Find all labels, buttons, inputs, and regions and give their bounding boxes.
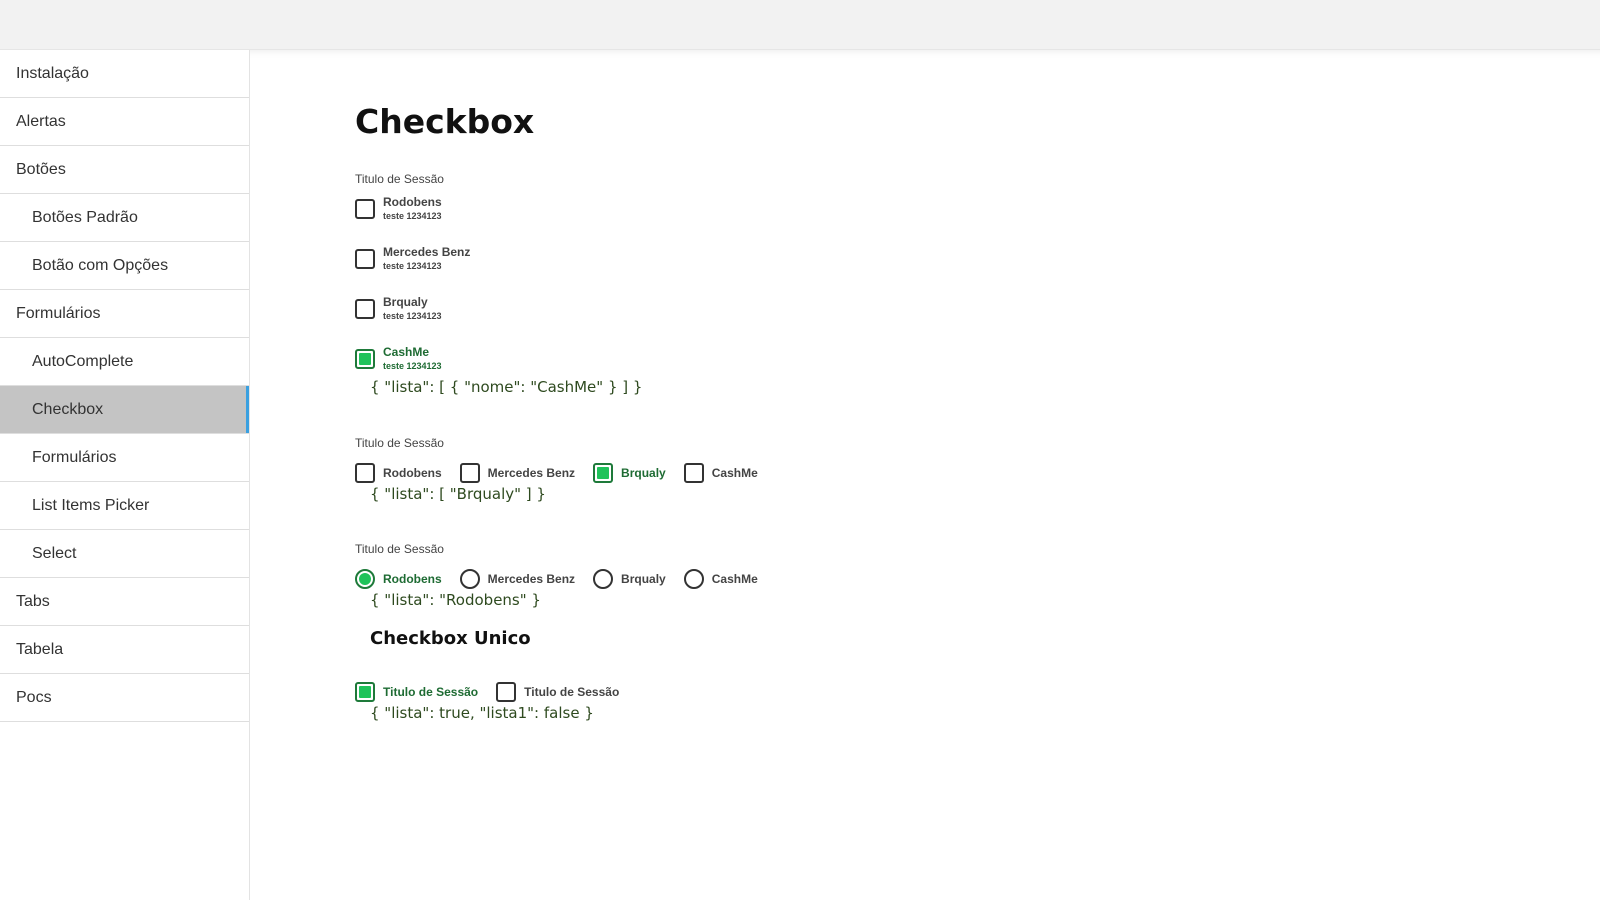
json-output: { "lista": true, "lista1": false } (370, 704, 594, 722)
sidebar-item-autocomplete[interactable]: AutoComplete (0, 338, 249, 386)
sidebar-item-checkbox[interactable]: Checkbox (0, 386, 249, 434)
sidebar-item-label: Formulários (32, 448, 117, 466)
checkbox-box[interactable] (496, 682, 517, 702)
sidebar-item-label: Tabela (16, 640, 64, 658)
radio-option-cashme[interactable]: CashMe (683, 569, 758, 589)
checkbox-option-unico-2[interactable]: Titulo de Sessão (496, 682, 619, 702)
sidebar-item-pocs[interactable]: Pocs (0, 674, 249, 722)
sidebar-item-formularios[interactable]: Formulários (0, 290, 249, 338)
radio-label: Rodobens (383, 572, 442, 586)
checkbox-description: teste 1234123 (383, 211, 442, 221)
checkbox-option-cashme[interactable]: CashMe teste 1234123 (355, 345, 442, 371)
radio-label: Brqualy (621, 572, 666, 586)
sidebar-item-botoes[interactable]: Botões (0, 146, 249, 194)
sidebar-item-label: Pocs (16, 688, 52, 706)
checkbox-box[interactable] (355, 682, 375, 702)
top-bar (0, 0, 1600, 50)
sidebar-item-botoes-padrao[interactable]: Botões Padrão (0, 194, 249, 242)
checkbox-option-mercedes-benz[interactable]: Mercedes Benz teste 1234123 (355, 245, 470, 271)
sidebar-item-instalacao[interactable]: Instalação (0, 50, 249, 98)
radio-circle[interactable] (355, 569, 375, 589)
checkbox-box[interactable] (355, 249, 375, 269)
checkbox-box[interactable] (355, 199, 375, 219)
sidebar-item-label: Botões Padrão (32, 208, 138, 226)
checkbox-description: teste 1234123 (383, 361, 442, 371)
json-output: { "lista": [ "Brqualy" ] } (370, 485, 546, 503)
checkbox-box[interactable] (355, 299, 375, 319)
sidebar-item-label: Select (32, 544, 77, 562)
sidebar-item-select[interactable]: Select (0, 530, 249, 578)
sidebar-item-tabela[interactable]: Tabela (0, 626, 249, 674)
page-title: Checkbox (355, 102, 535, 141)
checkbox-label: Brqualy (621, 466, 666, 480)
checkbox-box[interactable] (683, 463, 704, 483)
checkbox-box[interactable] (355, 463, 375, 483)
radio-circle[interactable] (459, 569, 480, 589)
radio-circle[interactable] (593, 569, 614, 589)
checkbox-box[interactable] (355, 349, 375, 369)
checkbox-description: teste 1234123 (383, 261, 442, 271)
sidebar: Instalação Alertas Botões Botões Padrão … (0, 50, 250, 900)
checkbox-label: Brqualy (383, 295, 428, 309)
checkbox-option-rodobens[interactable]: Rodobens teste 1234123 (355, 195, 442, 221)
sidebar-item-label: AutoComplete (32, 352, 134, 370)
section-label: Titulo de Sessão (355, 542, 444, 556)
radio-circle[interactable] (683, 569, 704, 589)
checkbox-row: Rodobens Mercedes Benz Brqualy CashMe (355, 463, 776, 483)
main-content: Checkbox Titulo de Sessão Rodobens teste… (250, 50, 1600, 900)
section-label: Titulo de Sessão (355, 172, 444, 186)
sidebar-item-list-items-picker[interactable]: List Items Picker (0, 482, 249, 530)
checkbox-label: Rodobens (383, 466, 442, 480)
sidebar-item-label: Tabs (16, 592, 50, 610)
sidebar-item-label: Botões (16, 160, 66, 178)
radio-label: Mercedes Benz (487, 572, 576, 586)
checkbox-option-brqualy[interactable]: Brqualy (593, 463, 666, 483)
radio-option-brqualy[interactable]: Brqualy (593, 569, 666, 589)
checkbox-option-mercedes-benz[interactable]: Mercedes Benz (459, 463, 576, 483)
radio-option-rodobens[interactable]: Rodobens (355, 569, 442, 589)
json-output: { "lista": [ { "nome": "CashMe" } ] } (370, 378, 643, 396)
json-output: { "lista": "Rodobens" } (370, 591, 541, 609)
sidebar-item-tabs[interactable]: Tabs (0, 578, 249, 626)
sidebar-item-alertas[interactable]: Alertas (0, 98, 249, 146)
checkbox-row: Titulo de Sessão Titulo de Sessão (355, 682, 637, 702)
sidebar-item-label: Formulários (16, 304, 101, 322)
checkbox-label: CashMe (711, 466, 758, 480)
sidebar-item-botao-com-opcoes[interactable]: Botão com Opções (0, 242, 249, 290)
checkbox-label: Mercedes Benz (383, 245, 471, 259)
sidebar-item-label: Checkbox (32, 400, 104, 418)
section-label: Titulo de Sessão (355, 436, 444, 450)
checkbox-option-brqualy[interactable]: Brqualy teste 1234123 (355, 295, 442, 321)
checkbox-option-unico-1[interactable]: Titulo de Sessão (355, 682, 478, 702)
sidebar-item-formularios-sub[interactable]: Formulários (0, 434, 249, 482)
checkbox-box[interactable] (593, 463, 614, 483)
sidebar-item-label: List Items Picker (32, 496, 150, 514)
radio-option-mercedes-benz[interactable]: Mercedes Benz (459, 569, 576, 589)
checkbox-box[interactable] (459, 463, 480, 483)
sidebar-item-label: Alertas (16, 112, 66, 130)
radio-label: CashMe (711, 572, 758, 586)
checkbox-label: CashMe (383, 345, 430, 359)
section-title: Checkbox Unico (370, 628, 531, 649)
checkbox-label: Rodobens (383, 195, 442, 209)
checkbox-description: teste 1234123 (383, 311, 442, 321)
checkbox-label: Mercedes Benz (487, 466, 576, 480)
checkbox-label: Titulo de Sessão (383, 685, 479, 699)
checkbox-label: Titulo de Sessão (524, 685, 620, 699)
radio-row: Rodobens Mercedes Benz Brqualy CashMe (355, 569, 776, 589)
checkbox-option-rodobens[interactable]: Rodobens (355, 463, 442, 483)
sidebar-item-label: Instalação (16, 64, 89, 82)
sidebar-item-label: Botão com Opções (32, 256, 169, 274)
checkbox-option-cashme[interactable]: CashMe (683, 463, 758, 483)
